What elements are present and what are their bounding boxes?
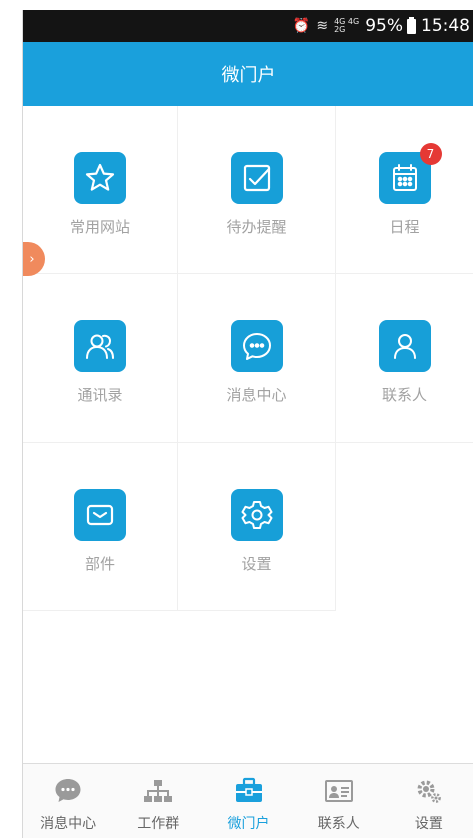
tab-label: 消息中心 bbox=[40, 816, 97, 832]
notification-badge: 7 bbox=[419, 143, 442, 165]
tab-workgroup[interactable]: 工作群 bbox=[113, 764, 203, 838]
tab-messages[interactable]: 消息中心 bbox=[23, 764, 113, 838]
grid-empty-cell bbox=[336, 443, 473, 611]
grid-item-label: 部件 bbox=[84, 555, 115, 573]
bottom-tab-bar: 消息中心 工作群 微门户 联系人 设置 bbox=[23, 763, 473, 838]
person-icon bbox=[378, 320, 431, 372]
grid-item-address-book[interactable]: 通讯录 bbox=[23, 274, 178, 443]
gears-icon bbox=[417, 780, 441, 803]
wifi-icon: ≋ bbox=[316, 18, 329, 34]
grid-item-label: 常用网站 bbox=[69, 218, 130, 236]
calendar-icon: 7 bbox=[378, 143, 442, 204]
grid-item-schedule[interactable]: 7 日程 bbox=[336, 106, 473, 274]
mail-icon bbox=[74, 489, 126, 541]
tab-label: 工作群 bbox=[137, 816, 180, 832]
network-indicator: 4G 4G 2G bbox=[334, 18, 359, 34]
page-title: 微门户 bbox=[221, 65, 276, 86]
grid-item-todo[interactable]: 待办提醒 bbox=[178, 106, 336, 274]
phone-screen: ⏰ ≋ 4G 4G 2G 95% 15:48 微门户 › 常用网站 待办提醒 7… bbox=[22, 10, 473, 838]
gear-icon bbox=[230, 489, 283, 541]
battery-icon bbox=[407, 16, 416, 34]
network-label-mid: 4G bbox=[347, 17, 360, 26]
clock: 15:48 bbox=[421, 16, 470, 36]
star-icon bbox=[74, 152, 126, 204]
page-margin bbox=[0, 0, 22, 838]
battery-percent: 95% bbox=[365, 16, 403, 36]
grid-item-label: 日程 bbox=[389, 218, 420, 236]
chat-bubble-icon bbox=[230, 320, 283, 372]
chevron-right-icon: › bbox=[29, 251, 35, 267]
network-label-bottom: 2G bbox=[334, 25, 346, 34]
checkbox-icon bbox=[230, 152, 283, 204]
title-bar: 微门户 bbox=[23, 42, 473, 106]
contact-card-icon bbox=[324, 780, 353, 802]
org-chart-icon bbox=[144, 780, 173, 802]
grid-item-messages[interactable]: 消息中心 bbox=[178, 274, 336, 443]
grid-item-label: 通讯录 bbox=[77, 386, 123, 404]
tab-micro-portal[interactable]: 微门户 bbox=[203, 764, 293, 838]
tab-label: 联系人 bbox=[317, 816, 360, 832]
app-grid: 常用网站 待办提醒 7 日程 通讯录 消息中心 联系人 部件 设置 bbox=[23, 106, 473, 611]
grid-item-label: 联系人 bbox=[381, 386, 427, 404]
alarm-icon: ⏰ bbox=[292, 18, 311, 34]
grid-item-label: 设置 bbox=[241, 555, 272, 573]
grid-item-settings[interactable]: 设置 bbox=[178, 443, 336, 611]
grid-item-favorites[interactable]: 常用网站 bbox=[23, 106, 178, 274]
grid-item-label: 待办提醒 bbox=[226, 218, 287, 236]
tab-contacts[interactable]: 联系人 bbox=[294, 764, 384, 838]
briefcase-icon bbox=[235, 777, 262, 802]
status-bar: ⏰ ≋ 4G 4G 2G 95% 15:48 bbox=[23, 10, 473, 42]
tab-label: 微门户 bbox=[227, 816, 270, 832]
grid-item-label: 消息中心 bbox=[226, 386, 287, 404]
grid-item-contacts[interactable]: 联系人 bbox=[336, 274, 473, 443]
grid-item-components[interactable]: 部件 bbox=[23, 443, 178, 611]
tab-label: 设置 bbox=[414, 816, 443, 832]
chat-bubble-icon bbox=[55, 779, 81, 802]
contacts-icon bbox=[74, 320, 126, 372]
tab-settings[interactable]: 设置 bbox=[384, 764, 473, 838]
